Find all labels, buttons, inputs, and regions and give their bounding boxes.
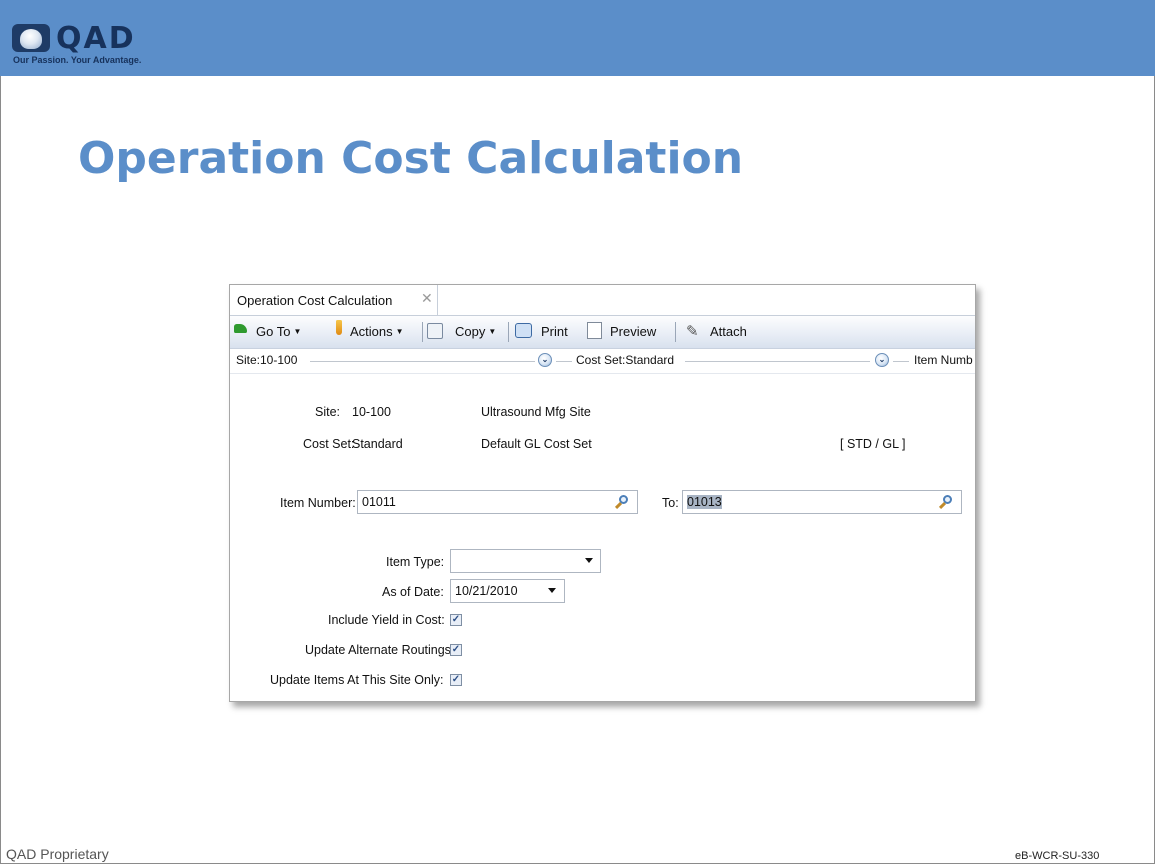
footer-code: eB-WCR-SU-330 xyxy=(1015,850,1100,862)
goto-arrow-icon xyxy=(234,324,247,333)
toolbar-separator xyxy=(422,322,423,342)
app-window: Operation Cost Calculation ✕ Go To ▼ Acti… xyxy=(229,284,976,702)
tab-operation-cost-calculation[interactable]: Operation Cost Calculation ✕ xyxy=(230,285,438,315)
breadcrumb-bar: Site:10-100 ⌄ Cost Set:Standard ⌄ Item N… xyxy=(230,349,975,374)
item-type-select[interactable] xyxy=(450,549,601,573)
to-label: To: xyxy=(662,496,679,510)
goto-label: Go To xyxy=(256,324,291,339)
copy-label: Copy xyxy=(455,324,486,339)
breadcrumb-line xyxy=(310,361,535,362)
include-yield-checkbox[interactable]: ✓ xyxy=(450,614,462,626)
item-number-field[interactable]: 01011 xyxy=(357,490,638,514)
site-label: Site: xyxy=(315,405,341,419)
breadcrumb-site[interactable]: Site:10-100 xyxy=(236,353,297,367)
tab-label: Operation Cost Calculation xyxy=(237,293,393,308)
item-type-label: Item Type: xyxy=(386,555,445,569)
chevron-down-icon[interactable]: ⌄ xyxy=(538,353,552,367)
preview-icon xyxy=(587,322,602,339)
actions-pin-icon xyxy=(336,320,342,335)
header-banner: QAD Our Passion. Your Advantage. xyxy=(0,0,1155,76)
close-icon[interactable]: ✕ xyxy=(421,290,433,307)
actions-label: Actions xyxy=(350,324,393,339)
goto-button[interactable]: Go To ▼ xyxy=(256,324,301,339)
chevron-down-icon: ▼ xyxy=(395,327,404,336)
cost-set-description: Default GL Cost Set xyxy=(481,437,592,451)
breadcrumb-cost-set[interactable]: Cost Set:Standard xyxy=(576,353,674,367)
include-yield-label: Include Yield in Cost: xyxy=(328,613,445,627)
site-value: 10-100 xyxy=(352,405,391,419)
toolbar: Go To ▼ Actions ▼ Copy ▼ Print Preview ✎ At… xyxy=(230,316,975,349)
breadcrumb-line xyxy=(893,361,909,362)
attach-button[interactable]: Attach xyxy=(710,324,747,339)
qad-logo-icon xyxy=(12,24,50,52)
chevron-down-icon: ▼ xyxy=(293,327,302,336)
update-items-site-only-checkbox[interactable]: ✓ xyxy=(450,674,462,686)
breadcrumb-line xyxy=(556,361,572,362)
footer-proprietary: QAD Proprietary xyxy=(6,846,109,862)
as-of-date-value: 10/21/2010 xyxy=(455,584,518,598)
update-alternate-routings-checkbox[interactable]: ✓ xyxy=(450,644,462,656)
chevron-down-icon[interactable] xyxy=(548,588,556,593)
cost-set-code: [ STD / GL ] xyxy=(840,437,906,451)
search-icon[interactable] xyxy=(938,495,953,510)
tab-strip: Operation Cost Calculation ✕ xyxy=(230,285,975,316)
as-of-date-label: As of Date: xyxy=(382,585,444,599)
preview-button[interactable]: Preview xyxy=(610,324,656,339)
update-alternate-routings-label: Update Alternate Routings: xyxy=(305,643,455,657)
chevron-down-icon: ▼ xyxy=(488,327,497,336)
actions-button[interactable]: Actions ▼ xyxy=(350,324,404,339)
item-number-value: 01011 xyxy=(362,495,396,509)
cost-set-value: Standard xyxy=(352,437,403,451)
to-value: 01013 xyxy=(687,495,722,509)
toolbar-separator xyxy=(508,322,509,342)
printer-icon xyxy=(515,323,532,338)
toolbar-separator xyxy=(675,322,676,342)
copy-icon xyxy=(427,323,443,339)
chevron-down-icon[interactable]: ⌄ xyxy=(875,353,889,367)
item-number-label: Item Number: xyxy=(280,496,356,510)
logo-tagline: Our Passion. Your Advantage. xyxy=(13,55,142,65)
breadcrumb-line xyxy=(685,361,870,362)
update-items-site-only-label: Update Items At This Site Only: xyxy=(270,673,444,687)
chevron-down-icon[interactable] xyxy=(585,558,593,563)
to-field[interactable]: 01013 xyxy=(682,490,962,514)
logo-text: QAD xyxy=(56,21,136,56)
page-title: Operation Cost Calculation xyxy=(78,133,744,184)
copy-button[interactable]: Copy ▼ xyxy=(455,324,496,339)
paperclip-icon: ✎ xyxy=(686,323,699,340)
search-icon[interactable] xyxy=(614,495,629,510)
cost-set-label: Cost Set: xyxy=(303,437,355,451)
site-description: Ultrasound Mfg Site xyxy=(481,405,591,419)
print-button[interactable]: Print xyxy=(541,324,568,339)
as-of-date-field[interactable]: 10/21/2010 xyxy=(450,579,565,603)
breadcrumb-item-number[interactable]: Item Numb xyxy=(914,353,973,367)
